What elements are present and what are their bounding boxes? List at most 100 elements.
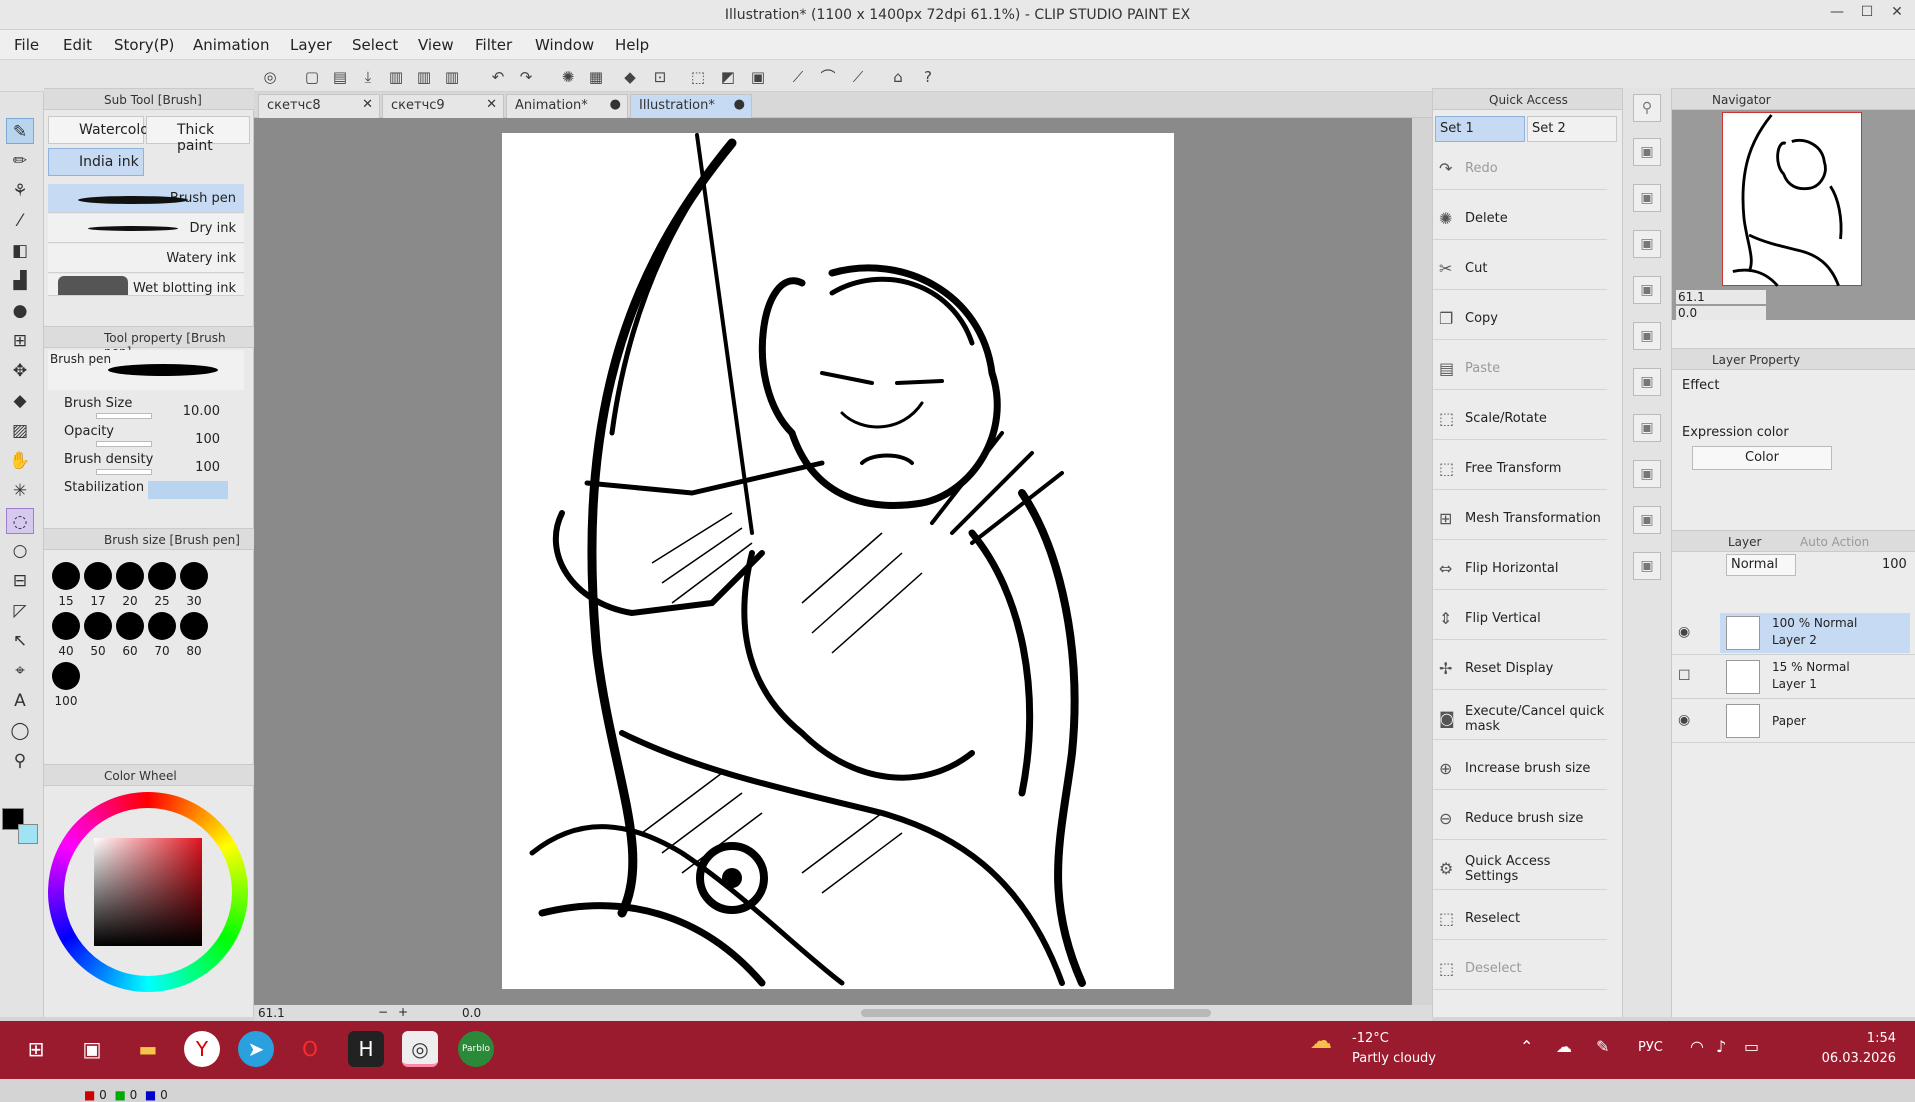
ruler-tool-icon[interactable]: ◸ [6,598,34,624]
panel-icon-8[interactable]: ▣ [1633,460,1661,488]
text-tool-icon[interactable]: A [6,688,34,714]
tab-animation[interactable]: Animation* ● [506,94,628,118]
panel-icon-9[interactable]: ▣ [1633,506,1661,534]
size-60[interactable] [116,612,144,640]
clip-studio-taskbar-icon[interactable]: ◎ [402,1031,438,1067]
start-icon[interactable]: ⊞ [18,1031,54,1067]
snap-special-ruler-icon[interactable]: ⌒ [816,65,840,87]
navigator-rotation[interactable]: 0.0 [1676,306,1766,320]
layer-row[interactable]: ☐ 15 % Normal Layer 1 [1672,656,1915,699]
export-jpg-icon[interactable]: ▥ [384,65,408,87]
menu-help[interactable]: Help [615,36,649,54]
yandex-browser-icon[interactable]: Y [184,1031,220,1067]
navigator-preview[interactable]: 61.1 0.0 [1672,110,1915,320]
selection-border-icon[interactable]: ▣ [746,65,770,87]
angle-readout[interactable]: 0.0 [462,1006,481,1020]
eraser-tool-icon[interactable]: ◧ [6,238,34,264]
brush-item-wet-blotting-ink[interactable]: Wet blotting ink [48,274,244,296]
selection-invert-icon[interactable]: ◩ [716,65,740,87]
menu-window[interactable]: Window [535,36,594,54]
telegram-icon[interactable]: ➤ [238,1031,274,1067]
qa-item[interactable]: ⊞ Mesh Transformation [1433,498,1607,540]
size-80[interactable] [180,612,208,640]
navigator-zoom[interactable]: 61.1 [1676,290,1766,304]
layer-row[interactable]: ◉ Paper [1672,700,1915,743]
auto-select-tool-icon[interactable]: ✳ [6,478,34,504]
size-30[interactable] [180,562,208,590]
battery-icon[interactable]: ▭ [1744,1037,1759,1056]
tray-chevron-icon[interactable]: ⌃ [1520,1037,1533,1056]
set-2-tab[interactable]: Set 2 [1527,116,1617,142]
balloon-tool-icon[interactable]: ◯ [6,718,34,744]
snap-grid-icon[interactable]: ⟋ [846,65,870,87]
brush-item-brush-pen[interactable]: Brush pen [48,184,244,213]
transform-icon[interactable]: ⊡ [648,65,672,87]
size-15[interactable] [52,562,80,590]
sub-color-swatch[interactable] [18,824,38,844]
prop-stabilization[interactable]: Stabilization [48,477,244,509]
open-icon[interactable]: ▤ [328,65,352,87]
lasso-tool-icon[interactable]: ◌ [6,508,34,534]
blend-mode-select[interactable]: Normal [1726,554,1796,576]
watercolor-button[interactable]: Watercolor [48,116,155,144]
horizontal-scrollbar[interactable] [861,1009,1211,1017]
qa-item[interactable]: ⊖ Reduce brush size [1433,798,1607,840]
onedrive-icon[interactable]: ☁ [1556,1037,1572,1056]
size-25[interactable] [148,562,176,590]
bucket-tool-icon[interactable]: ◆ [6,388,34,414]
file-explorer-icon[interactable]: ▬ [130,1031,166,1067]
brush-item-dry-ink[interactable]: Dry ink [48,214,244,243]
mesh-tool-icon[interactable]: ⊞ [6,328,34,354]
size-100[interactable] [52,662,80,690]
export-png-icon[interactable]: ▥ [412,65,436,87]
qa-item[interactable]: ⬚ Scale/Rotate [1433,398,1607,440]
new-file-icon[interactable]: ▢ [300,65,324,87]
tab-sketch9[interactable]: скетчс9 ✕ [382,94,504,118]
panel-icon-3[interactable]: ▣ [1633,230,1661,258]
maximize-icon[interactable]: ☐ [1852,4,1882,26]
menu-edit[interactable]: Edit [63,36,92,54]
set-1-tab[interactable]: Set 1 [1435,116,1525,142]
opera-icon[interactable]: O [292,1031,328,1067]
search-icon[interactable]: ⚲ [1633,94,1661,122]
size-70[interactable] [148,612,176,640]
undo-icon[interactable]: ↶ [486,65,510,87]
zoom-in-icon[interactable]: + [398,1005,408,1019]
pencil-tool-icon[interactable]: ✏ [6,148,34,174]
minimize-icon[interactable]: — [1822,4,1852,26]
zoom-tool-icon[interactable]: ⚲ [6,748,34,774]
qa-item[interactable]: ▤ Paste [1433,348,1607,390]
hand-tool-icon[interactable]: ✋ [6,448,34,474]
zoom-readout[interactable]: 61.1 [258,1006,285,1020]
drawing-canvas[interactable] [502,133,1174,989]
menu-animation[interactable]: Animation [193,36,269,54]
hue-ring[interactable] [48,792,248,992]
visibility-eye-icon[interactable]: ◉ [1678,712,1690,728]
clock-date[interactable]: 06.03.2026 [1812,1051,1896,1066]
qa-item[interactable]: ⇔ Flip Horizontal [1433,548,1607,590]
airbrush-tool-icon[interactable]: ⁄ [6,208,34,234]
figure-tool-icon[interactable]: ○ [6,538,34,564]
move-tool-icon[interactable]: ✥ [6,358,34,384]
qa-item[interactable]: ✺ Delete [1433,198,1607,240]
selection-off-icon[interactable]: ⬚ [686,65,710,87]
qa-item[interactable]: ⬚ Free Transform [1433,448,1607,490]
menu-select[interactable]: Select [352,36,398,54]
app-h-icon[interactable]: H [348,1031,384,1067]
panel-icon-6[interactable]: ▣ [1633,368,1661,396]
saturation-value-square[interactable] [94,838,202,946]
size-50[interactable] [84,612,112,640]
india-ink-button[interactable]: India ink [48,148,144,176]
qa-item[interactable]: ✂ Cut [1433,248,1607,290]
clear-icon[interactable]: ▦ [584,65,608,87]
qa-item[interactable]: ⚙ Quick Access Settings [1433,848,1607,890]
visibility-eye-icon[interactable]: ☐ [1678,668,1691,684]
fill-tool-icon[interactable]: ▟ [6,268,34,294]
thick-paint-button[interactable]: Thick paint [146,116,250,154]
panel-icon-10[interactable]: ▣ [1633,552,1661,580]
expression-color-select[interactable]: Color [1692,446,1832,470]
loading-icon[interactable]: ✺ [556,65,580,87]
blend-tool-icon[interactable]: ● [6,298,34,324]
size-40[interactable] [52,612,80,640]
zoom-out-icon[interactable]: − [378,1005,388,1019]
